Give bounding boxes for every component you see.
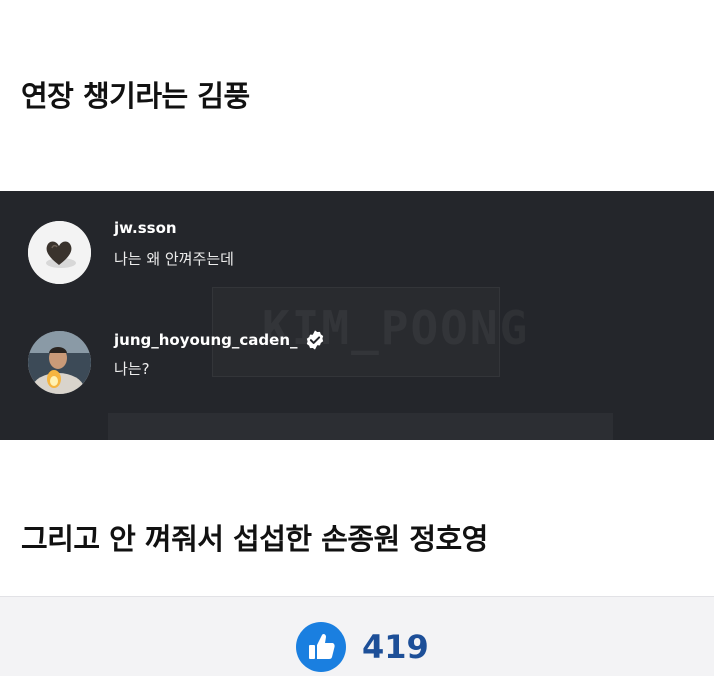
comment-username[interactable]: jung_hoyoung_caden_ (114, 329, 326, 351)
like-count: 419 (362, 628, 429, 666)
comment-item: jung_hoyoung_caden_ 나는? (0, 329, 714, 399)
thumbs-up-icon[interactable] (296, 622, 346, 672)
like-button[interactable]: 419 (296, 622, 429, 672)
comments-screenshot: KIM_POONG jw.sson 나는 왜 안껴주는데 jung_hoyoun… (0, 191, 714, 440)
avatar-jung-hoyoung-caden[interactable] (28, 331, 91, 394)
post-heading-1: 연장 챙기라는 김풍 (21, 79, 250, 113)
verified-badge-icon (304, 329, 326, 351)
background-caption-bar (108, 413, 613, 440)
comment-item: jw.sson 나는 왜 안껴주는데 (0, 219, 714, 289)
comment-text: 나는? (114, 360, 150, 378)
comment-text: 나는 왜 안껴주는데 (114, 250, 234, 268)
avatar-jw-sson[interactable] (28, 221, 91, 284)
post-footer: 419 (0, 596, 714, 676)
comment-username[interactable]: jw.sson (114, 219, 177, 237)
post-heading-2: 그리고 안 껴줘서 섭섭한 손종원 정호영 (21, 522, 488, 556)
